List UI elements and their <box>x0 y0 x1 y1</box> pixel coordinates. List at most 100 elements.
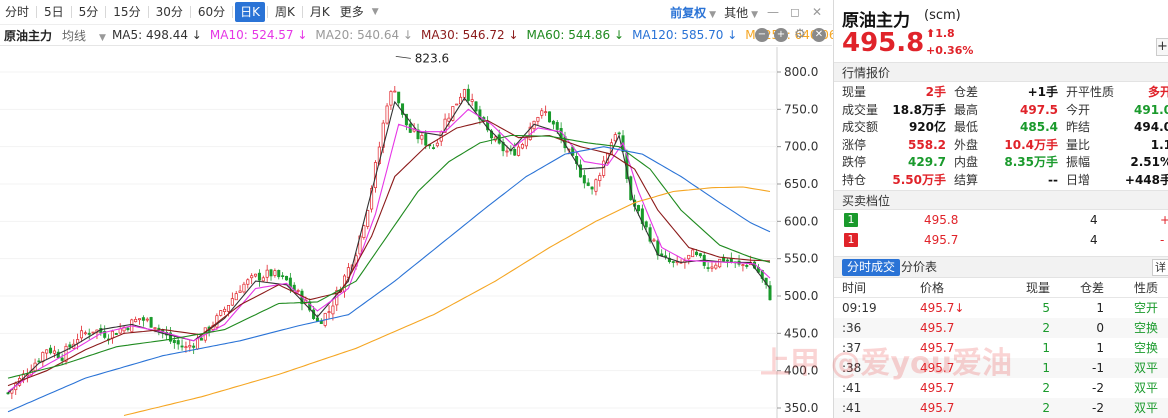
minimize-icon[interactable]: — <box>766 5 780 19</box>
price-change: ⬆1.8 <box>926 27 955 40</box>
other-dropdown[interactable]: 其他 ▼ <box>724 4 758 21</box>
y-tick-label: 350.0 <box>784 401 818 415</box>
divider <box>105 6 107 18</box>
divider <box>36 6 38 18</box>
candle-body <box>68 344 72 348</box>
y-tick-label: 550.0 <box>784 252 818 266</box>
candle-body <box>470 99 474 102</box>
close-icon[interactable]: ✕ <box>810 5 824 19</box>
collapse-icon[interactable]: − <box>755 28 769 42</box>
ma-legend-item[interactable]: MA60: 544.86 ↓ <box>527 28 625 42</box>
trade-list[interactable]: 09:19 495.7↓ 5 1 空开:36 495.7 2 0 空换:37 495.7 1 1 空换:… <box>834 298 1168 418</box>
quote-header: 原油主力 (scm) 495.8 ⬆1.8 +0.36% + <box>834 0 1168 62</box>
candle-body <box>284 275 289 281</box>
candle-body <box>134 318 138 323</box>
tab-time-sales[interactable]: 分时成交 <box>842 259 901 276</box>
candle-body <box>261 277 265 282</box>
adjust-dropdown[interactable]: 前复权 ▼ <box>670 4 716 21</box>
detail-button[interactable]: 详 <box>1152 259 1168 276</box>
close-icon[interactable]: ✕ <box>812 28 826 42</box>
period-tab[interactable]: 月K <box>305 2 335 22</box>
quote-section-title: 行情报价 <box>834 62 1168 82</box>
level-badge: 1 <box>844 213 858 227</box>
y-tick-label: 700.0 <box>784 140 818 154</box>
period-tab[interactable]: 5分 <box>74 2 104 22</box>
period-tab[interactable]: 60分 <box>193 2 230 22</box>
candle-body <box>250 275 254 279</box>
arrow-up-icon: ⬆ <box>926 27 936 40</box>
kline-chart-svg: 800.0 750.0 700.0 650.0 600.0 550.0 500.0 450.0… <box>0 47 818 418</box>
trade-nature: 双平 <box>1133 381 1158 395</box>
last-price: 495.8 <box>842 28 925 58</box>
y-tick-label: 750.0 <box>784 102 818 116</box>
ma-legend-item[interactable]: MA20: 540.64 ↓ <box>315 28 413 42</box>
ma-type-selector[interactable]: 均线 ▼ <box>62 27 106 44</box>
quote-label: 昨结 <box>1066 120 1091 135</box>
candle-body <box>331 305 335 315</box>
gear-icon[interactable]: ⚙ <box>793 28 807 42</box>
quote-value: 18.8万手 <box>892 102 946 117</box>
candle-body <box>319 320 323 324</box>
period-tab[interactable]: 30分 <box>151 2 188 22</box>
y-tick-label: 800.0 <box>784 65 818 79</box>
period-tab[interactable]: 更多 <box>335 2 369 22</box>
restore-icon[interactable]: ◻ <box>788 5 802 19</box>
ma-legend-item[interactable]: MA5: 498.44 ↓ <box>112 28 202 42</box>
candle-body <box>172 339 176 344</box>
candle-body <box>114 333 118 335</box>
max-annotation-arrow <box>395 55 411 59</box>
trade-oi-change: 0 <box>1096 321 1104 335</box>
tab-price-table[interactable]: 分价表 <box>896 259 942 276</box>
trade-time: :36 <box>842 321 862 335</box>
quote-row: 涨停 558.2 外盘 10.4万手量比 1.1 <box>834 137 1168 155</box>
col-time: 时间 <box>842 281 867 295</box>
col-nature: 性质 <box>1133 281 1158 295</box>
candle-body <box>582 175 586 184</box>
y-tick-label: 400.0 <box>784 364 818 378</box>
candle-body <box>52 350 56 354</box>
quote-label: 持仓 <box>842 172 867 187</box>
trade-table-header: 时间 价格 现量 仓差 性质 <box>834 278 1168 298</box>
candle-body <box>176 340 180 345</box>
trade-price: 495.7↓ <box>920 301 965 315</box>
quote-label: 振幅 <box>1066 155 1091 170</box>
period-tab[interactable]: 分时 <box>0 2 34 22</box>
quote-value: 558.2 <box>908 137 946 152</box>
toolbar-right: 前复权 ▼ 其他 ▼ — ◻ ✕ <box>670 0 824 24</box>
orderbook-row[interactable]: 1 495.7 4 - <box>834 230 1168 250</box>
trade-row: :36 495.7 2 0 空换 <box>834 318 1168 338</box>
quote-value: -- <box>1048 172 1058 187</box>
add-watchlist-button[interactable]: + <box>1156 38 1168 56</box>
ma-legend-item[interactable]: MA120: 585.70 ↓ <box>632 28 737 42</box>
candle-body <box>714 264 718 269</box>
ma-legend-item[interactable]: MA30: 546.72 ↓ <box>421 28 519 42</box>
candle-body <box>153 327 157 330</box>
trade-time: 09:19 <box>842 301 877 315</box>
y-tick-label: 500.0 <box>784 289 818 303</box>
quote-label: 涨停 <box>842 137 867 152</box>
y-tick-label: 650.0 <box>784 177 818 191</box>
period-tab[interactable]: 15分 <box>108 2 145 22</box>
ma-legend-item[interactable]: MA10: 524.57 ↓ <box>210 28 308 42</box>
expand-icon[interactable]: + <box>774 28 788 42</box>
period-tab[interactable]: 5日 <box>39 2 69 22</box>
candle-body <box>273 270 277 276</box>
candle-body <box>466 88 470 101</box>
quote-label: 量比 <box>1066 137 1091 152</box>
candle-body <box>644 221 648 228</box>
kline-chart[interactable]: 800.0 750.0 700.0 650.0 600.0 550.0 500.0 450.0… <box>0 47 832 418</box>
period-tab[interactable]: 周K <box>270 2 300 22</box>
quote-value: 497.5 <box>1020 102 1058 117</box>
quote-label: 仓差 <box>954 85 979 99</box>
trade-nature: 空换 <box>1133 341 1158 355</box>
candle-body <box>602 160 606 176</box>
orderbook-row[interactable]: 1 495.8 4 + <box>834 210 1168 230</box>
period-tab[interactable]: 日K <box>235 2 266 22</box>
quote-value: 494.0 <box>1134 120 1168 135</box>
candle-body <box>617 132 621 135</box>
chevron-down-icon: ▼ <box>751 9 758 20</box>
candle-body <box>551 120 555 125</box>
trade-volume: 1 <box>1042 341 1050 355</box>
candle-body <box>513 148 517 156</box>
candle-body <box>718 258 722 268</box>
